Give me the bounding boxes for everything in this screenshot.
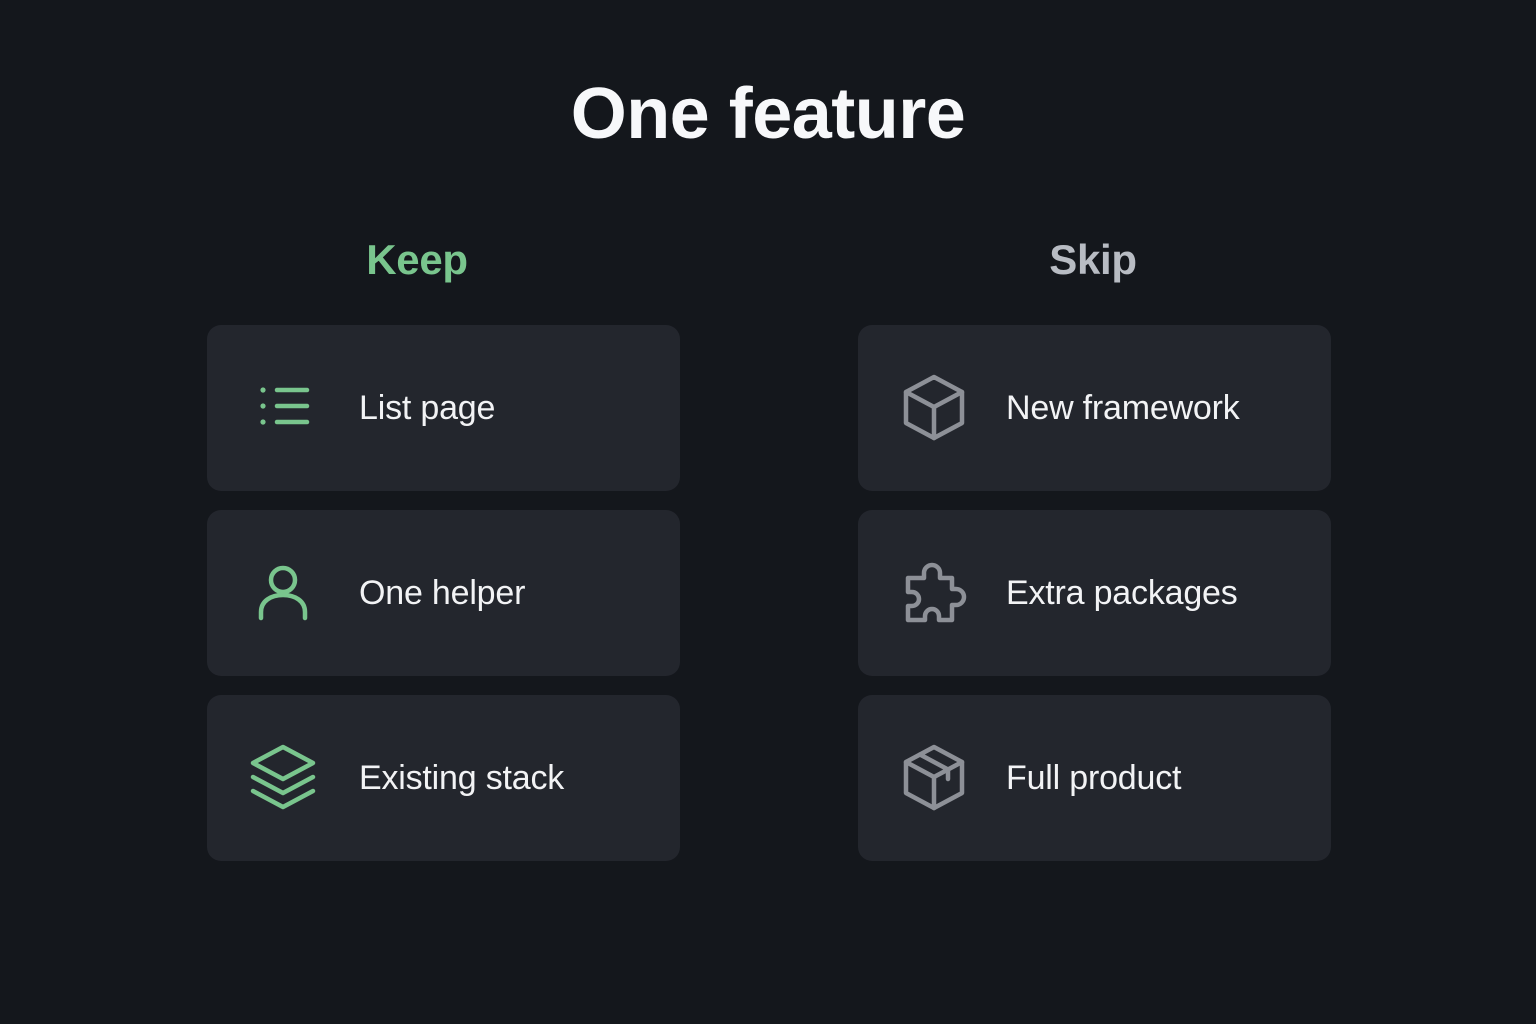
page-title: One feature (570, 74, 966, 154)
skip-item-label: Full product (1006, 759, 1182, 797)
keep-card-list-page: List page (207, 325, 680, 491)
layers-icon (247, 741, 319, 813)
keep-card-existing-stack: Existing stack (207, 695, 680, 861)
skip-column: Skip New framework Extra packages Full p… (858, 232, 1331, 861)
skip-card-extra-packages: Extra packages (858, 510, 1331, 676)
keep-column: Keep List page One helper Existing stack (207, 232, 680, 861)
puzzle-icon (898, 556, 970, 628)
keep-item-label: List page (359, 389, 496, 427)
skip-card-new-framework: New framework (858, 325, 1331, 491)
cube-icon (898, 371, 970, 443)
skip-item-label: New framework (1006, 389, 1240, 427)
skip-heading: Skip (1049, 236, 1137, 283)
skip-item-label: Extra packages (1006, 574, 1238, 612)
keep-item-label: Existing stack (359, 759, 565, 797)
keep-card-one-helper: One helper (207, 510, 680, 676)
package-icon (898, 741, 970, 813)
list-icon (247, 371, 319, 443)
keep-item-label: One helper (359, 574, 526, 612)
user-icon (247, 556, 319, 628)
keep-heading: Keep (366, 236, 468, 283)
skip-card-full-product: Full product (858, 695, 1331, 861)
